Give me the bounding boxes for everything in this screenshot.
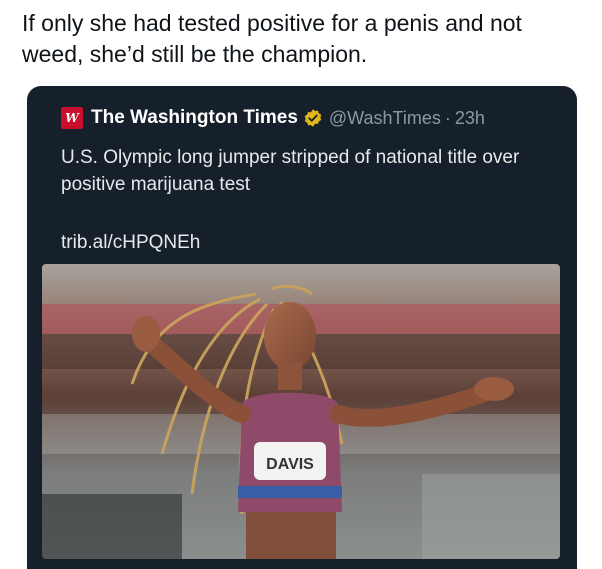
- athlete-photo[interactable]: DAVIS: [42, 264, 560, 559]
- account-handle[interactable]: @WashTimes: [329, 108, 441, 129]
- tweet-link[interactable]: trib.al/cHPQNEh: [61, 232, 200, 254]
- bib-text: DAVIS: [266, 456, 314, 473]
- post-caption: If only she had tested positive for a pe…: [22, 10, 522, 67]
- tweet-header: W The Washington Times @WashTimes · 23h: [61, 106, 485, 130]
- verified-badge-icon: [304, 109, 322, 127]
- separator-dot: ·: [444, 107, 451, 128]
- tweet-timestamp[interactable]: 23h: [455, 108, 485, 129]
- account-name[interactable]: The Washington Times: [91, 107, 298, 129]
- washington-times-logo-icon[interactable]: W: [61, 107, 83, 129]
- tweet-text: U.S. Olympic long jumper stripped of nat…: [61, 147, 520, 195]
- athlete-photo-illustration: DAVIS: [42, 264, 560, 559]
- embedded-tweet-card[interactable]: W The Washington Times @WashTimes · 23h …: [27, 86, 577, 569]
